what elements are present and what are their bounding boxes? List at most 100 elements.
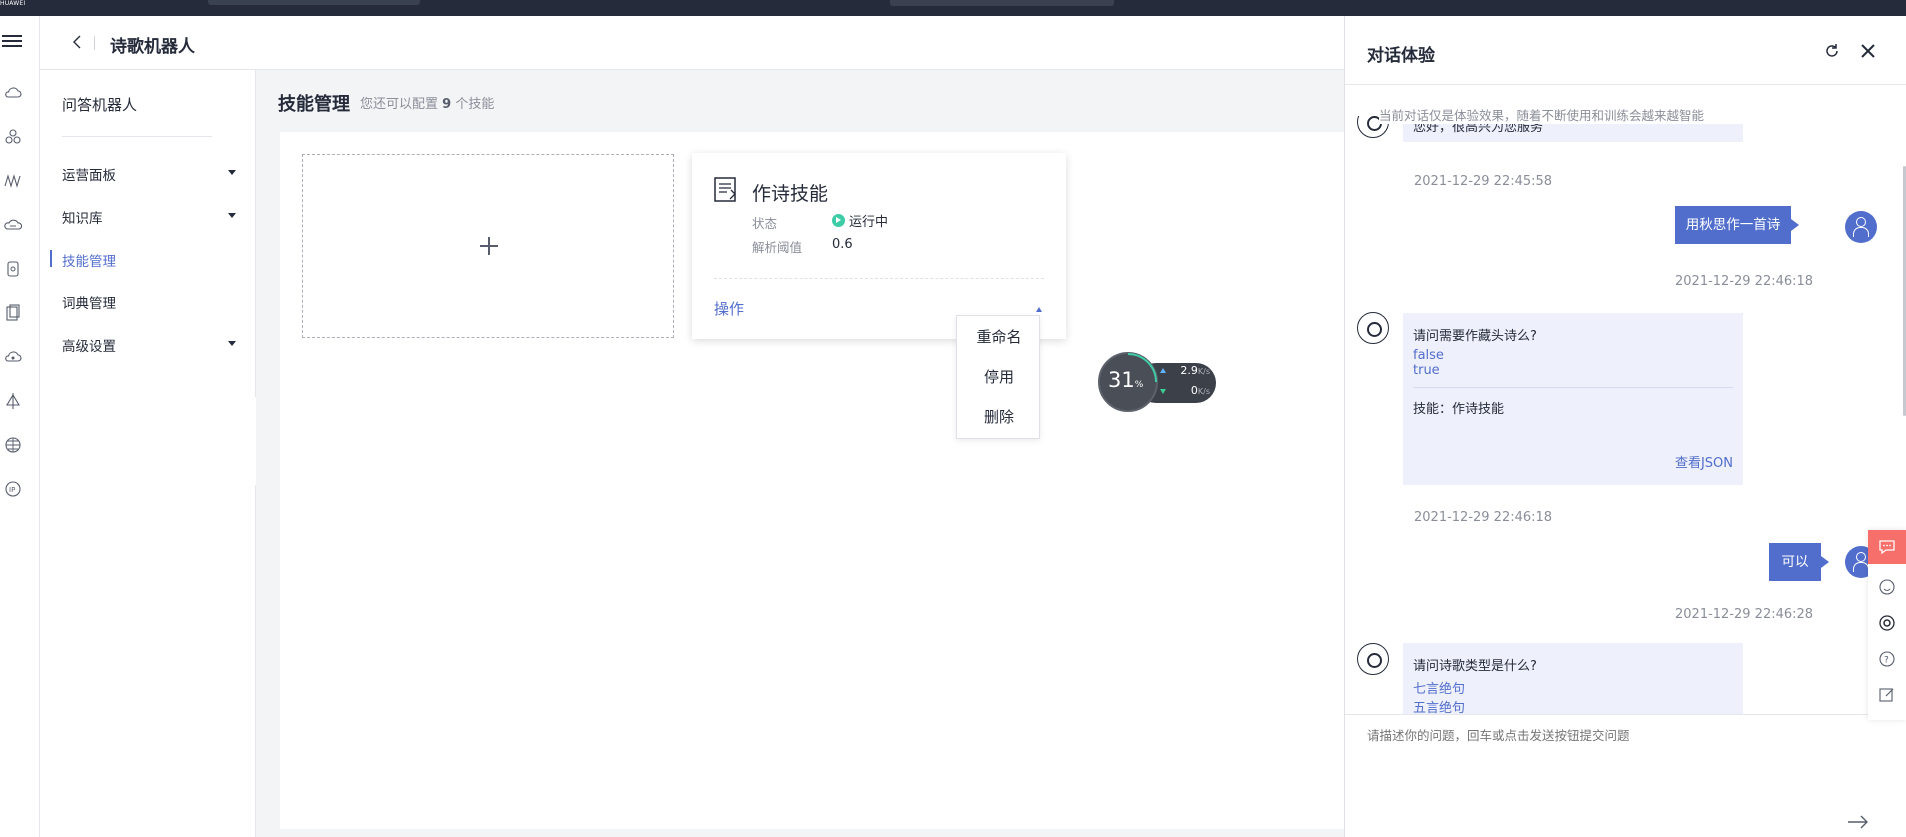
usage-percent: 31% (1108, 368, 1144, 392)
help-icon[interactable]: ? (1878, 650, 1896, 668)
back-icon[interactable] (70, 34, 86, 50)
sidebar-item-label: 高级设置 (62, 339, 116, 355)
smiley-icon[interactable] (1878, 578, 1896, 596)
refresh-icon[interactable] (1823, 42, 1841, 60)
view-json-link[interactable]: 查看JSON (1675, 452, 1733, 471)
sidebar-item-label: 知识库 (62, 211, 103, 227)
section-subtitle: 您还可以配置 9 个技能 (360, 93, 494, 112)
chat-message-list[interactable]: 您好，很高兴为您服务 2021-12-29 22:45:58 用秋思作一首诗 2… (1345, 116, 1906, 714)
feedback-button[interactable] (1868, 530, 1906, 564)
actions-button[interactable]: 操作 (714, 298, 744, 319)
wave-icon[interactable] (4, 172, 22, 190)
card-divider (714, 278, 1044, 279)
section-title: 技能管理 (278, 94, 350, 115)
skill-info: 技能：作诗技能 (1413, 402, 1505, 417)
threshold-label: 解析阈值 (752, 240, 803, 255)
sidebar-item-skill-management[interactable]: 技能管理 (40, 246, 256, 272)
bot-avatar (1357, 312, 1389, 344)
caret-down-icon (228, 170, 236, 175)
sidebar-item-knowledge-base[interactable]: 知识库 (40, 203, 256, 229)
sidebar-item-label: 词典管理 (62, 296, 116, 312)
disable-menu-item[interactable]: 停用 (957, 358, 1041, 396)
page-header: 诗歌机器人 (40, 16, 1344, 70)
sail-icon[interactable] (4, 392, 22, 410)
robot-icon[interactable] (1878, 614, 1896, 632)
sidebar-item-label: 技能管理 (62, 254, 116, 270)
option-link[interactable]: false (1413, 348, 1733, 363)
top-bar: HUAWEI (0, 0, 1906, 16)
sidebar-title: 问答机器人 (62, 96, 138, 114)
download-speed: 0K/s (1190, 384, 1210, 397)
floating-toolbar: ? (1868, 530, 1906, 720)
user-message: 用秋思作一首诗 (1675, 206, 1799, 244)
skill-card: 作诗技能 状态 运行中 解析阈值 0.6 操作 (692, 153, 1066, 339)
svg-text:?: ? (1884, 656, 1889, 666)
message-time: 2021-12-29 22:45:58 (1414, 174, 1553, 189)
page-title: 诗歌机器人 (110, 37, 195, 57)
caret-down-icon (228, 341, 236, 346)
chat-panel: 对话体验 您好，很高兴为您服务 2021-12-29 22:45:58 用秋思作… (1344, 16, 1906, 837)
subtitle-prefix: 您还可以配置 (360, 97, 439, 112)
rename-menu-item[interactable]: 重命名 (957, 318, 1041, 356)
status-value: 运行中 (849, 215, 889, 230)
service-icon-rail: IP (0, 16, 40, 837)
brand-logo: HUAWEI (0, 0, 26, 7)
bot-message: 请问诗歌类型是什么? 七言绝句 五言绝句 (1403, 643, 1743, 714)
sidebar-item-operations-panel[interactable]: 运营面板 (40, 160, 256, 186)
cloud-icon[interactable] (4, 84, 22, 102)
chat-notice: 当前对话仅是体验效果，随着不断使用和训练会越来越智能 (1379, 105, 1899, 124)
skill-name: 作诗技能 (752, 183, 829, 205)
message-text: 请问需要作藏头诗么? (1413, 329, 1537, 344)
globe-icon[interactable] (4, 436, 22, 454)
cluster-icon[interactable] (4, 128, 22, 146)
cloud-server-icon[interactable] (4, 216, 22, 234)
sidebar-item-label: 运营面板 (62, 168, 116, 184)
cloud-network-icon[interactable] (4, 348, 22, 366)
sidebar-item-dictionary[interactable]: 词典管理 (40, 288, 256, 314)
sidebar-divider (62, 136, 212, 137)
delete-menu-item[interactable]: 删除 (957, 398, 1041, 436)
caret-up-icon[interactable] (1036, 307, 1042, 312)
svg-text:IP: IP (9, 486, 15, 494)
add-skill-card[interactable] (302, 154, 674, 338)
network-speed-widget[interactable]: 31% 2.9K/s 0K/s (1098, 350, 1220, 412)
plus-icon (478, 235, 500, 257)
message-time: 2021-12-29 22:46:18 (1675, 274, 1814, 289)
message-time: 2021-12-29 22:46:28 (1675, 607, 1814, 622)
user-message: 可以 (1769, 543, 1829, 581)
database-icon[interactable] (4, 304, 22, 322)
message-time: 2021-12-29 22:46:18 (1414, 510, 1553, 525)
caret-down-icon (228, 213, 236, 218)
sidebar: 问答机器人 运营面板 知识库 技能管理 词典管理 高级设置 (40, 70, 256, 837)
header-divider (94, 36, 95, 50)
chat-header-divider (1345, 84, 1906, 85)
subtitle-suffix: 个技能 (455, 97, 495, 112)
option-link[interactable]: true (1413, 363, 1733, 378)
input-divider (1345, 714, 1906, 715)
sidebar-item-advanced-settings[interactable]: 高级设置 (40, 331, 256, 357)
remaining-skill-count: 9 (442, 97, 452, 112)
storage-icon[interactable] (4, 260, 22, 278)
status-badge: 运行中 (832, 211, 888, 230)
close-icon[interactable] (1859, 42, 1877, 60)
bot-avatar (1357, 643, 1389, 675)
threshold-value: 0.6 (832, 237, 853, 252)
chat-input[interactable] (1367, 728, 1867, 743)
top-bar-tab[interactable] (890, 0, 1114, 6)
bubble-divider (1413, 387, 1733, 388)
hamburger-menu-icon[interactable] (2, 32, 22, 52)
top-bar-tab[interactable] (208, 0, 420, 5)
ip-icon[interactable]: IP (4, 480, 22, 498)
bot-message: 请问需要作藏头诗么? false true 技能：作诗技能 查看JSON (1403, 313, 1743, 485)
edit-icon[interactable] (1878, 686, 1896, 704)
option-link[interactable]: 五言绝句 (1413, 697, 1733, 714)
actions-dropdown-menu: 重命名 停用 删除 (956, 315, 1040, 439)
user-avatar (1845, 211, 1877, 243)
document-icon (714, 177, 736, 202)
message-text: 请问诗歌类型是什么? (1413, 659, 1537, 674)
upload-speed: 2.9K/s (1180, 364, 1210, 377)
message-icon (1879, 540, 1895, 555)
running-icon (832, 214, 845, 227)
option-link[interactable]: 七言绝句 (1413, 678, 1733, 697)
send-arrow-icon[interactable] (1847, 814, 1869, 830)
